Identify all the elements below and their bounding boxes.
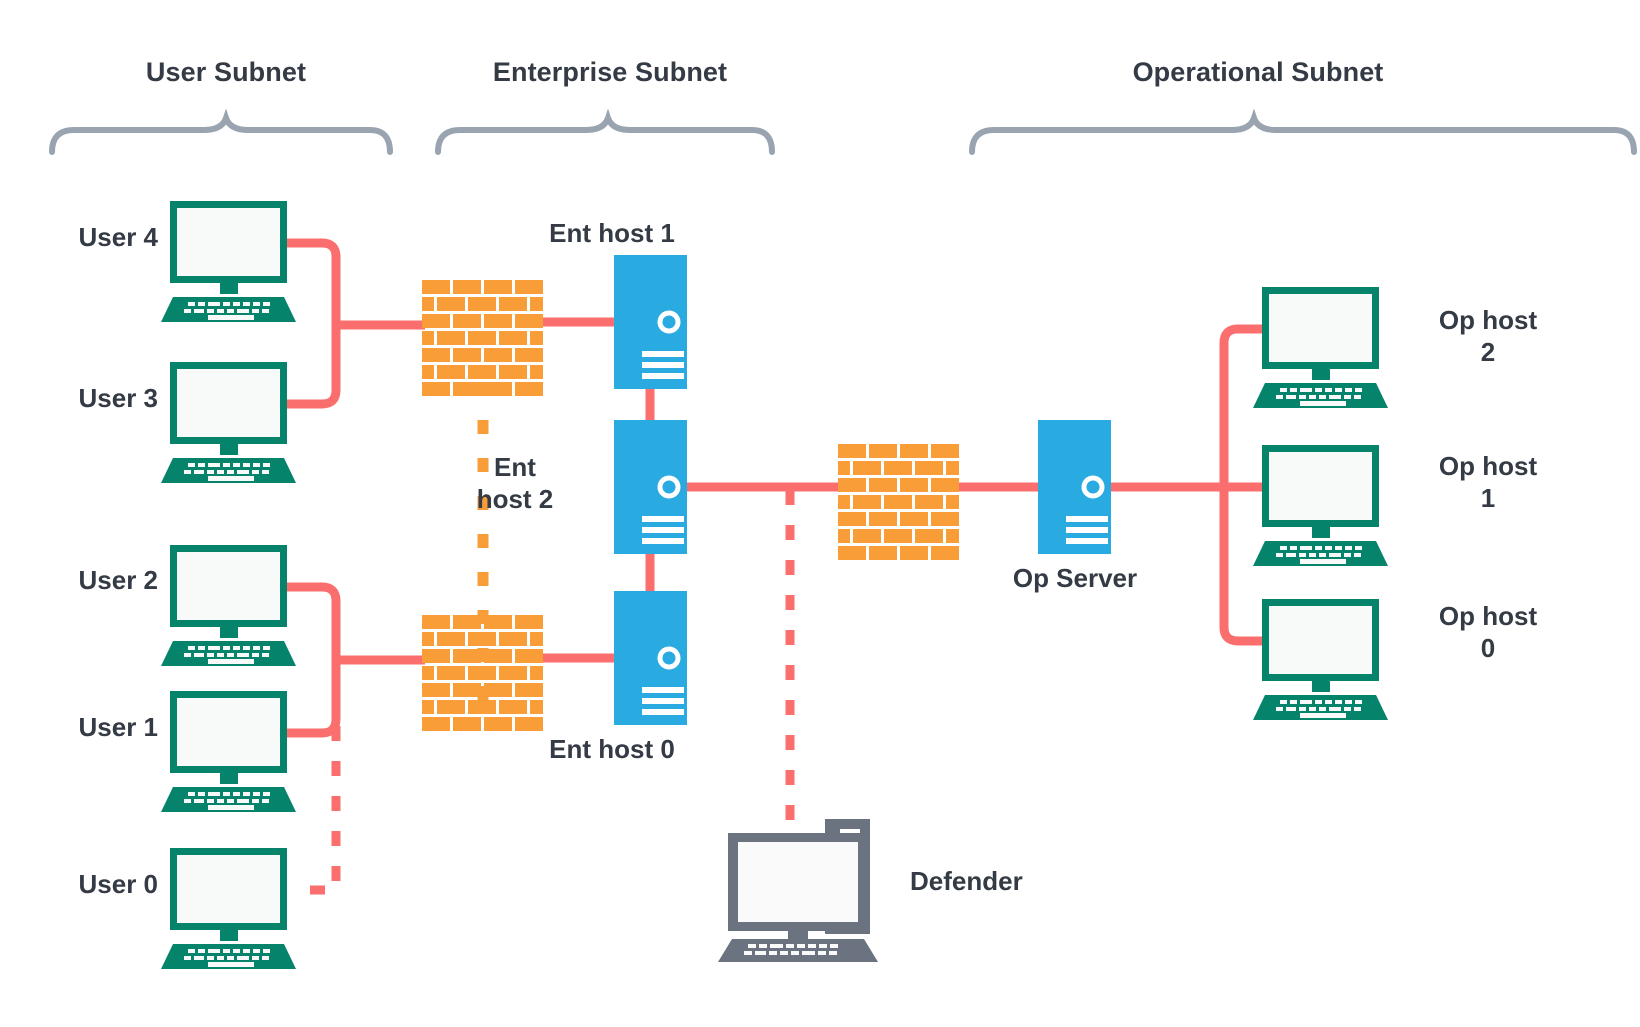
desktop-computer-icon-defender — [718, 819, 878, 962]
network-diagram: User Subnet Enterprise Subnet Operationa… — [0, 0, 1640, 1027]
defender-icon-layer — [718, 819, 878, 962]
label-defender: Defender — [910, 866, 1023, 896]
